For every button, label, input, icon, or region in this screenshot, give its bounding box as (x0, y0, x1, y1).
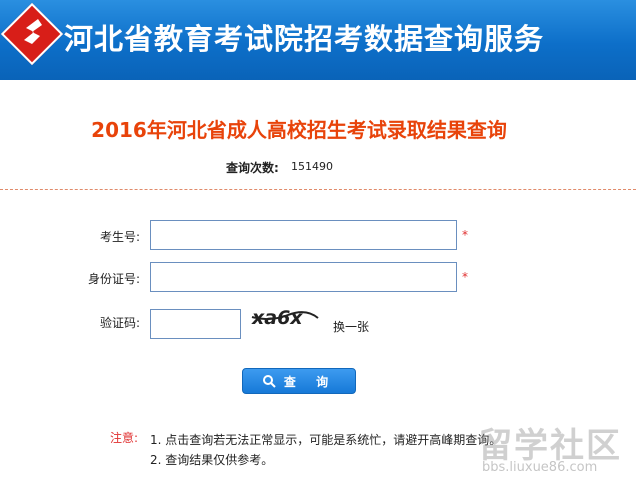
header-banner: 河北省教育考试院招考数据查询服务 (0, 0, 636, 80)
captcha-label: 验证码: (99, 316, 140, 330)
id-number-label: 身份证号: (87, 272, 140, 286)
query-count-value: 151490 (291, 160, 333, 173)
captcha-input[interactable] (150, 309, 241, 339)
id-number-input[interactable] (150, 262, 457, 292)
site-title: 河北省教育考试院招考数据查询服务 (64, 22, 545, 56)
refresh-captcha-link[interactable]: 换一张 (333, 318, 369, 335)
page-title: 2016年河北省成人高校招生考试录取结果查询 (91, 118, 507, 142)
query-button[interactable]: 查 询 (242, 368, 356, 394)
id-number-required-mark: * (462, 270, 468, 284)
note-item: 1. 点击查询若无法正常显示，可能是系统忙，请避开高峰期查询。 (150, 433, 502, 447)
divider (0, 189, 636, 190)
captcha-image[interactable]: xa6x (250, 304, 320, 330)
note-label: 注意: (110, 431, 139, 445)
watermark-url: bbs.liuxue86.com (482, 460, 598, 475)
query-button-label: 查 询 (283, 374, 337, 389)
search-icon (262, 375, 276, 388)
logo-glyph-icon (24, 19, 42, 44)
note-item: 2. 查询结果仅供参考。 (150, 453, 274, 467)
watermark: 留学社区 bbs.liuxue86.com (478, 418, 636, 479)
exam-number-input[interactable] (150, 220, 457, 250)
exam-number-required-mark: * (462, 228, 468, 242)
query-count-label: 查询次数: (226, 161, 279, 175)
exam-number-label: 考生号: (99, 230, 140, 244)
